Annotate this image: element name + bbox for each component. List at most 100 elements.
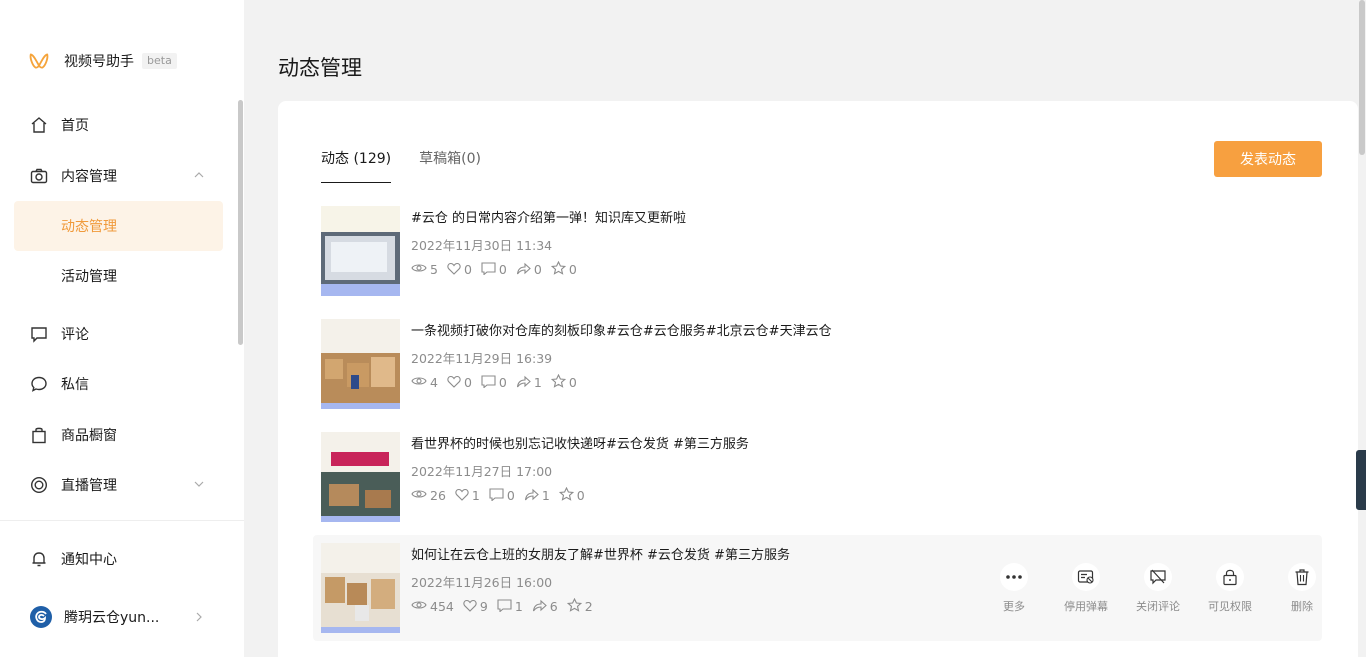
account-switcher[interactable]: 腾玥云仓yun... bbox=[14, 592, 223, 642]
favorites-stat: 0 bbox=[558, 486, 585, 504]
share-icon bbox=[532, 599, 550, 615]
star-icon bbox=[550, 373, 569, 391]
sidebar-item-content[interactable]: 内容管理 bbox=[14, 151, 223, 201]
comments-count: 0 bbox=[498, 262, 507, 277]
post-title[interactable]: #云仓 的日常内容介绍第一弹！知识库又更新啦 bbox=[411, 207, 686, 226]
chevron-right-icon bbox=[196, 612, 202, 622]
likes-count: 0 bbox=[463, 262, 472, 277]
post-stats: 26 1 0 1 0 bbox=[411, 486, 594, 504]
lock-icon bbox=[1216, 563, 1244, 591]
eye-icon bbox=[411, 262, 430, 277]
likes-stat: 0 bbox=[447, 375, 472, 391]
shares-stat: 1 bbox=[516, 375, 542, 391]
eye-icon bbox=[411, 599, 430, 614]
brand-logo-icon bbox=[29, 53, 49, 69]
more-action[interactable]: 更多 bbox=[978, 563, 1050, 614]
sidebar-item-live[interactable]: 直播管理 bbox=[14, 460, 223, 510]
likes-stat: 9 bbox=[463, 599, 488, 615]
likes-count: 1 bbox=[471, 488, 480, 503]
star-icon bbox=[558, 486, 577, 504]
eye-icon bbox=[411, 375, 430, 390]
likes-stat: 0 bbox=[447, 262, 472, 278]
avatar bbox=[30, 606, 52, 628]
comments-count: 0 bbox=[498, 375, 507, 390]
comment-icon bbox=[489, 487, 507, 504]
post-stats: 454 9 1 6 2 bbox=[411, 597, 602, 615]
sidebar-item-home[interactable]: 首页 bbox=[14, 100, 223, 150]
favorites-stat: 2 bbox=[566, 597, 593, 615]
page-scrollbar[interactable] bbox=[1358, 0, 1366, 657]
post-thumbnail[interactable] bbox=[321, 432, 400, 522]
star-icon bbox=[550, 260, 569, 278]
comments-count: 0 bbox=[506, 488, 515, 503]
post-stats: 5 0 0 0 0 bbox=[411, 260, 586, 278]
eye-icon bbox=[411, 488, 430, 503]
heart-icon bbox=[447, 262, 464, 278]
sidebar-item-label: 动态管理 bbox=[61, 219, 117, 235]
post-title[interactable]: 一条视频打破你对仓库的刻板印象#云仓#云仓服务#北京云仓#天津云仓 bbox=[411, 320, 832, 339]
tab-posts[interactable]: 动态 (129) bbox=[321, 149, 392, 183]
sidebar-item-comments[interactable]: 评论 bbox=[14, 309, 223, 359]
publish-post-button[interactable]: 发表动态 bbox=[1214, 141, 1322, 177]
side-floating-widget[interactable] bbox=[1356, 450, 1366, 510]
shares-count: 0 bbox=[533, 262, 542, 277]
post-title[interactable]: 如何让在云仓上班的女朋友了解#世界杯 #云仓发货 #第三方服务 bbox=[411, 544, 790, 563]
favorites-count: 0 bbox=[568, 375, 577, 390]
tab-drafts[interactable]: 草稿箱(0) bbox=[419, 149, 481, 183]
shares-stat: 1 bbox=[524, 488, 550, 504]
sidebar-item-activities[interactable]: 活动管理 bbox=[14, 251, 223, 301]
trash-action[interactable]: 删除 bbox=[1266, 563, 1338, 614]
post-thumbnail[interactable] bbox=[321, 206, 400, 296]
likes-count: 0 bbox=[463, 375, 472, 390]
shares-stat: 6 bbox=[532, 599, 558, 615]
sidebar-item-shop[interactable]: 商品橱窗 bbox=[14, 410, 223, 460]
views-stat: 4 bbox=[411, 375, 438, 390]
comment-icon bbox=[481, 261, 499, 278]
post-date: 2022年11月30日 11:34 bbox=[411, 238, 553, 253]
danmaku-off-icon bbox=[1072, 563, 1100, 591]
star-icon bbox=[566, 597, 585, 615]
notification-center[interactable]: 通知中心 bbox=[14, 534, 223, 584]
post-stats: 4 0 0 1 0 bbox=[411, 373, 586, 391]
views-count: 5 bbox=[430, 262, 438, 277]
comments-stat: 1 bbox=[497, 598, 523, 615]
chevron-up-icon bbox=[194, 172, 204, 178]
favorites-count: 0 bbox=[576, 488, 585, 503]
action-label: 停用弹幕 bbox=[1064, 600, 1108, 613]
shares-stat: 0 bbox=[516, 262, 542, 278]
sidebar-item-label: 首页 bbox=[61, 118, 89, 134]
sidebar-item-label: 商品橱窗 bbox=[61, 428, 117, 444]
sidebar-item-label: 评论 bbox=[61, 327, 89, 343]
sidebar-item-label: 内容管理 bbox=[61, 169, 117, 185]
post-title[interactable]: 看世界杯的时候也别忘记收快递呀#云仓发货 #第三方服务 bbox=[411, 433, 749, 452]
comment-off-action[interactable]: 关闭评论 bbox=[1122, 563, 1194, 614]
lock-action[interactable]: 可见权限 bbox=[1194, 563, 1266, 614]
heart-icon bbox=[455, 488, 472, 504]
post-row[interactable]: 一条视频打破你对仓库的刻板印象#云仓#云仓服务#北京云仓#天津云仓 2022年1… bbox=[313, 311, 1322, 417]
post-thumbnail[interactable] bbox=[321, 543, 400, 633]
post-thumbnail[interactable] bbox=[321, 319, 400, 409]
action-label: 更多 bbox=[1003, 600, 1025, 613]
sidebar-item-posts[interactable]: 动态管理 bbox=[14, 201, 223, 251]
favorites-count: 0 bbox=[568, 262, 577, 277]
post-date: 2022年11月26日 16:00 bbox=[411, 575, 553, 590]
sidebar-item-label: 活动管理 bbox=[61, 269, 117, 285]
sidebar-item-messages[interactable]: 私信 bbox=[14, 359, 223, 409]
sidebar-scrollbar[interactable] bbox=[237, 100, 244, 520]
action-label: 删除 bbox=[1291, 600, 1313, 613]
views-stat: 26 bbox=[411, 488, 446, 503]
tabs: 动态 (129) 草稿箱(0) bbox=[321, 149, 509, 183]
post-actions: 更多 停用弹幕 关闭评论 可见权限 删除 bbox=[978, 563, 1338, 614]
post-row[interactable]: #云仓 的日常内容介绍第一弹！知识库又更新啦 2022年11月30日 11:34… bbox=[313, 198, 1322, 304]
post-row[interactable]: 如何让在云仓上班的女朋友了解#世界杯 #云仓发货 #第三方服务 2022年11月… bbox=[313, 535, 1322, 641]
danmaku-off-action[interactable]: 停用弹幕 bbox=[1050, 563, 1122, 614]
action-label: 可见权限 bbox=[1208, 600, 1252, 613]
post-row[interactable]: 看世界杯的时候也别忘记收快递呀#云仓发货 #第三方服务 2022年11月27日 … bbox=[313, 424, 1322, 530]
brand[interactable]: 视频号助手 beta bbox=[28, 50, 177, 72]
posts-card: 动态 (129) 草稿箱(0) 发表动态 #云仓 的日常内容介绍第一弹！知识库又… bbox=[278, 101, 1358, 657]
post-date: 2022年11月29日 16:39 bbox=[411, 351, 553, 366]
sidebar-item-label: 直播管理 bbox=[61, 478, 117, 494]
views-count: 454 bbox=[430, 599, 454, 614]
live-icon bbox=[30, 476, 48, 494]
action-label: 关闭评论 bbox=[1136, 600, 1180, 613]
